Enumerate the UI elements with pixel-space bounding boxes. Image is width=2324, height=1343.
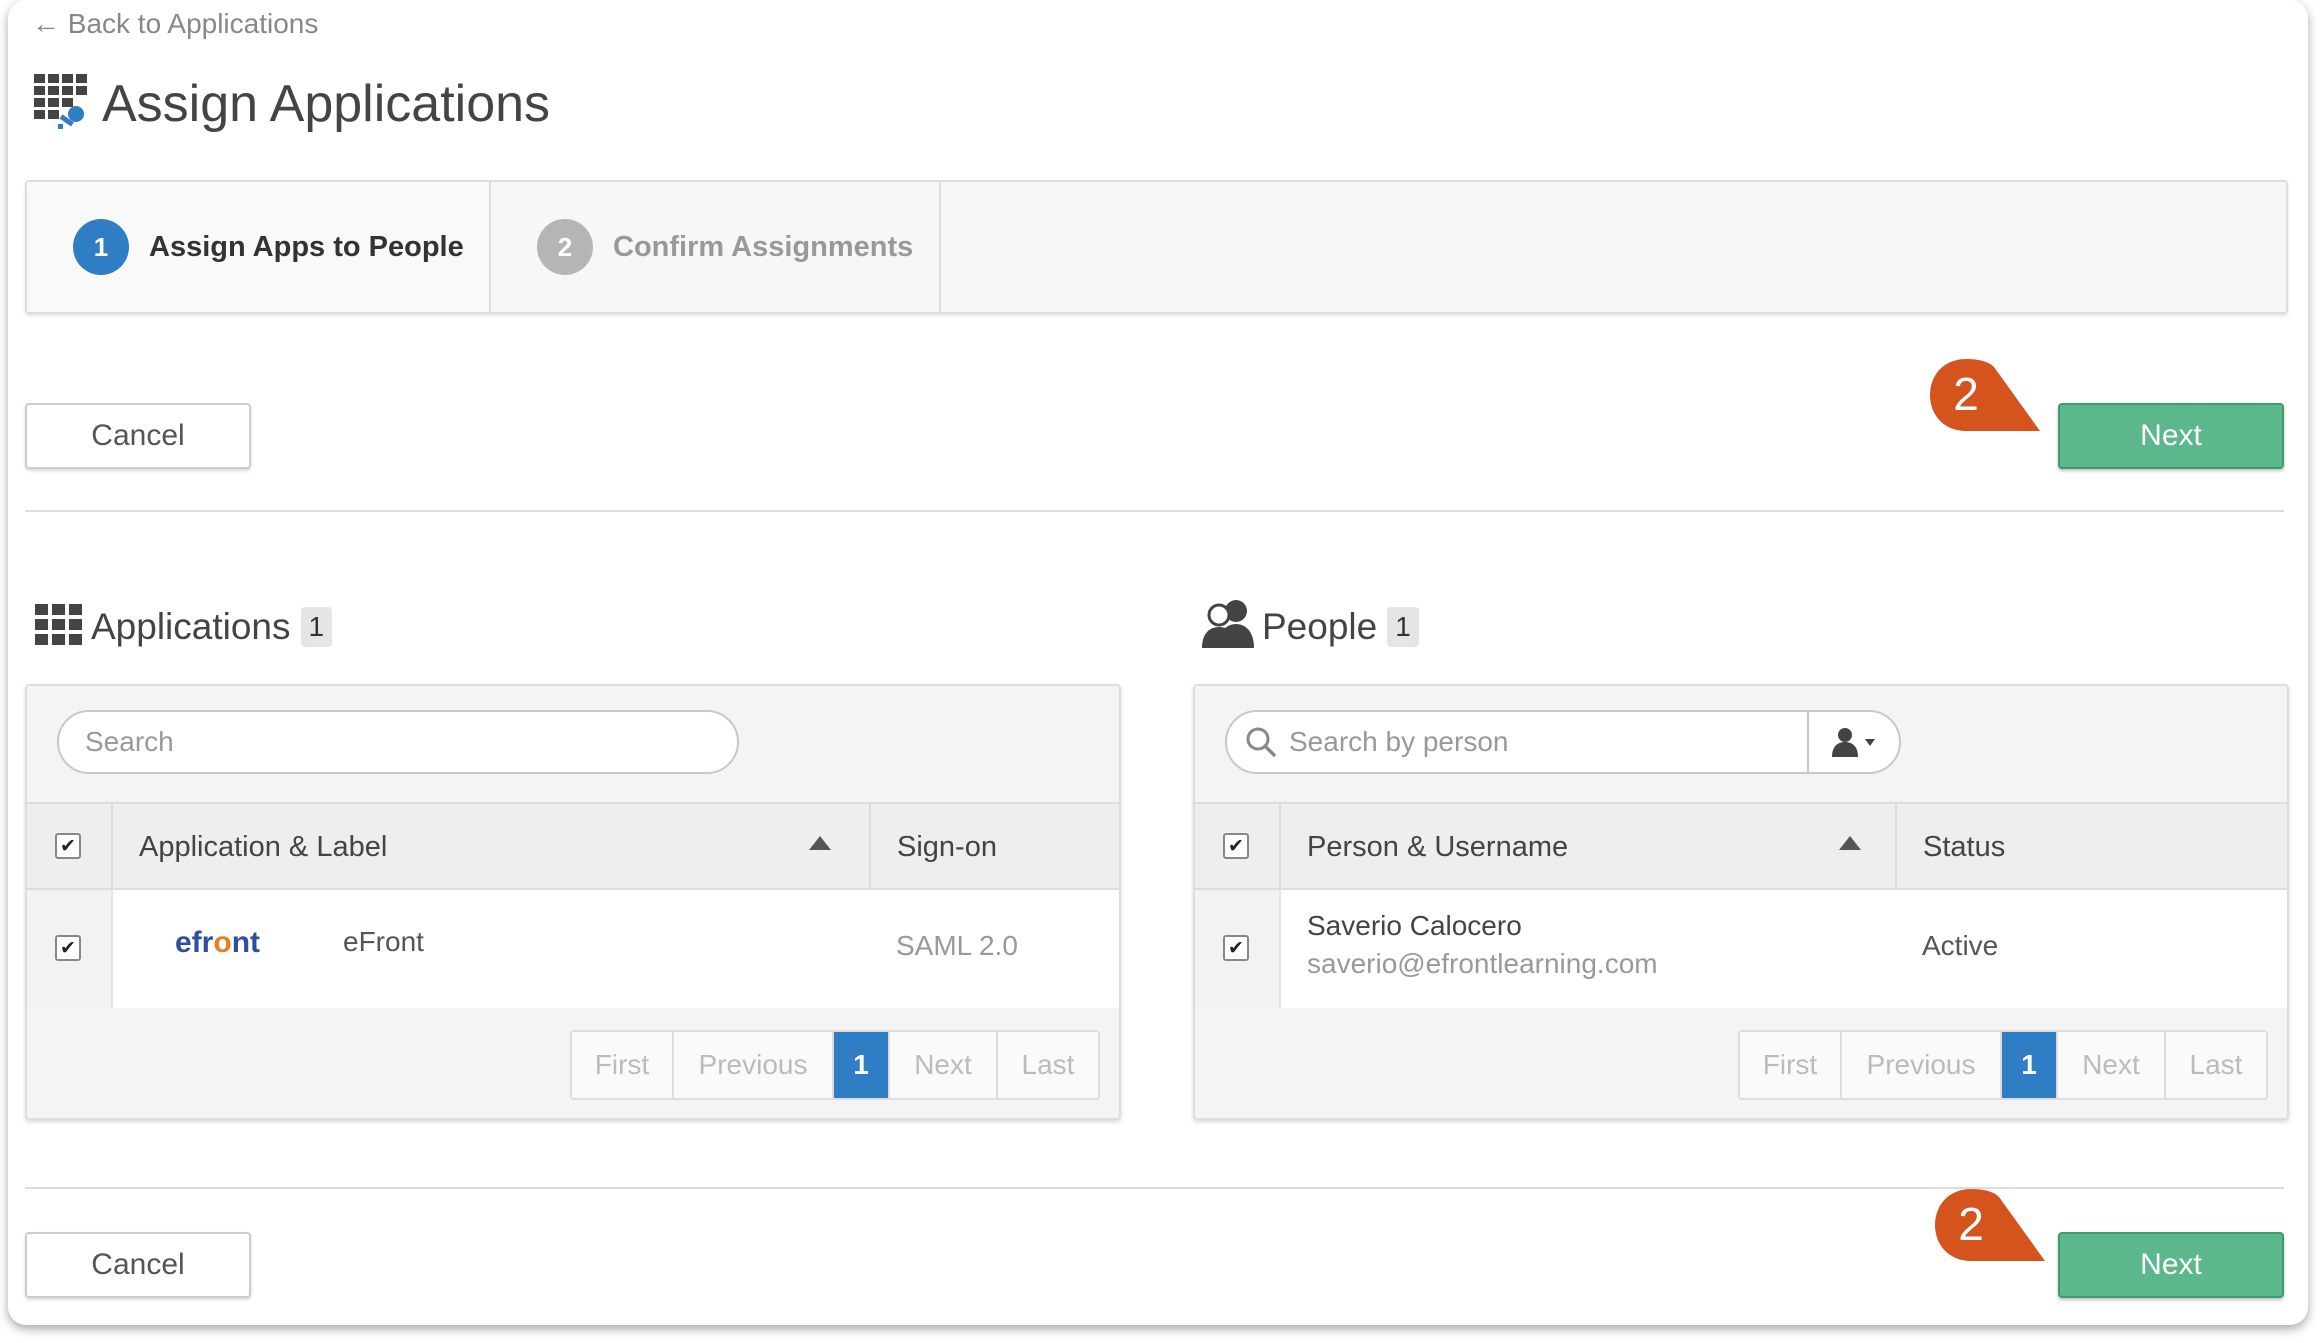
applications-table-header: ✔ Application & Label Sign-on: [27, 802, 1119, 890]
people-table-header: ✔ Person & Username Status: [1195, 802, 2287, 890]
step-2-badge: 2: [537, 219, 593, 275]
person-filter-dropdown[interactable]: [1807, 712, 1899, 772]
sort-ascending-icon[interactable]: [809, 836, 831, 855]
applications-count-badge: 1: [300, 606, 333, 647]
people-search-input[interactable]: Search by person: [1225, 710, 1901, 774]
step-assign-apps[interactable]: 1 Assign Apps to People: [27, 182, 491, 312]
cancel-button-top[interactable]: Cancel: [25, 403, 251, 469]
sort-ascending-icon[interactable]: [1839, 836, 1861, 855]
person-dropdown-icon: [1832, 728, 1875, 757]
next-button-bottom[interactable]: Next: [2058, 1232, 2284, 1298]
app-sign-on-value: SAML 2.0: [896, 930, 1018, 961]
page-header: Assign Applications: [32, 72, 550, 135]
search-icon: [1245, 726, 1277, 758]
select-all-apps-checkbox[interactable]: ✔: [55, 833, 81, 859]
app-row-checkbox[interactable]: ✔: [55, 935, 81, 961]
applications-title: Applications: [91, 605, 291, 647]
person-status: Active: [1922, 930, 1999, 961]
people-search-placeholder: Search by person: [1289, 726, 1509, 757]
callout-bottom-number: 2: [1958, 1198, 1984, 1250]
column-status[interactable]: Status: [1923, 804, 2005, 890]
pagination-first[interactable]: First: [1740, 1032, 1842, 1098]
person-name: Saverio Calocero: [1307, 910, 1522, 941]
back-to-applications-link[interactable]: ← Back to Applications: [32, 8, 318, 40]
pagination-previous[interactable]: Previous: [674, 1032, 834, 1098]
apps-grid-icon: [33, 602, 85, 651]
step-callout-top: 2: [1926, 355, 2046, 444]
pagination-first[interactable]: First: [572, 1032, 674, 1098]
assign-applications-page: ← Back to Applications Assign Applicatio…: [8, 0, 2308, 1325]
page-title: Assign Applications: [102, 74, 551, 133]
people-count-badge: 1: [1387, 606, 1419, 647]
column-sign-on[interactable]: Sign-on: [897, 804, 997, 890]
people-header: People 1: [1200, 598, 1419, 655]
select-all-people-checkbox[interactable]: ✔: [1223, 833, 1249, 859]
pagination-next[interactable]: Next: [890, 1032, 998, 1098]
applications-pagination: First Previous 1 Next Last: [570, 1030, 1100, 1100]
callout-top-number: 2: [1953, 368, 1979, 420]
step-2-label: Confirm Assignments: [613, 230, 914, 263]
pagination-page-1[interactable]: 1: [834, 1032, 890, 1098]
people-icon: [1200, 598, 1256, 655]
pagination-last[interactable]: Last: [2166, 1032, 2266, 1098]
applications-search-input[interactable]: Search: [57, 710, 739, 774]
wizard-steps: 1 Assign Apps to People 2 Confirm Assign…: [25, 180, 2288, 314]
step-1-label: Assign Apps to People: [149, 230, 464, 263]
efront-logo: efront: [175, 926, 261, 959]
apps-key-icon: [32, 72, 90, 135]
people-panel: Search by person ✔ Person & Username Sta…: [1193, 684, 2289, 1120]
applications-header: Applications 1: [33, 602, 333, 651]
person-username: saverio@efrontlearning.com: [1307, 948, 1658, 979]
people-title: People: [1262, 605, 1378, 647]
step-1-badge: 1: [73, 219, 129, 275]
pagination-previous[interactable]: Previous: [1842, 1032, 2002, 1098]
people-pagination: First Previous 1 Next Last: [1738, 1030, 2268, 1100]
column-application-label[interactable]: Application & Label: [139, 804, 387, 890]
step-callout-bottom: 2: [1931, 1185, 2051, 1274]
pagination-next[interactable]: Next: [2058, 1032, 2166, 1098]
table-row: ✔ Saverio Calocero saverio@efrontlearnin…: [1195, 890, 2287, 1008]
app-label[interactable]: eFront: [343, 926, 424, 958]
table-row: ✔ efront eFront SAML 2.0: [27, 890, 1119, 1008]
next-button-top[interactable]: Next: [2058, 403, 2284, 469]
column-person-username[interactable]: Person & Username: [1307, 804, 1568, 890]
step-confirm-assignments[interactable]: 2 Confirm Assignments: [491, 182, 941, 312]
divider-top: [25, 510, 2284, 512]
applications-panel: Search ✔ Application & Label Sign-on ✔ e…: [25, 684, 1121, 1120]
cancel-button-bottom[interactable]: Cancel: [25, 1232, 251, 1298]
pagination-page-1[interactable]: 1: [2002, 1032, 2058, 1098]
pagination-last[interactable]: Last: [998, 1032, 1098, 1098]
person-row-checkbox[interactable]: ✔: [1223, 935, 1249, 961]
